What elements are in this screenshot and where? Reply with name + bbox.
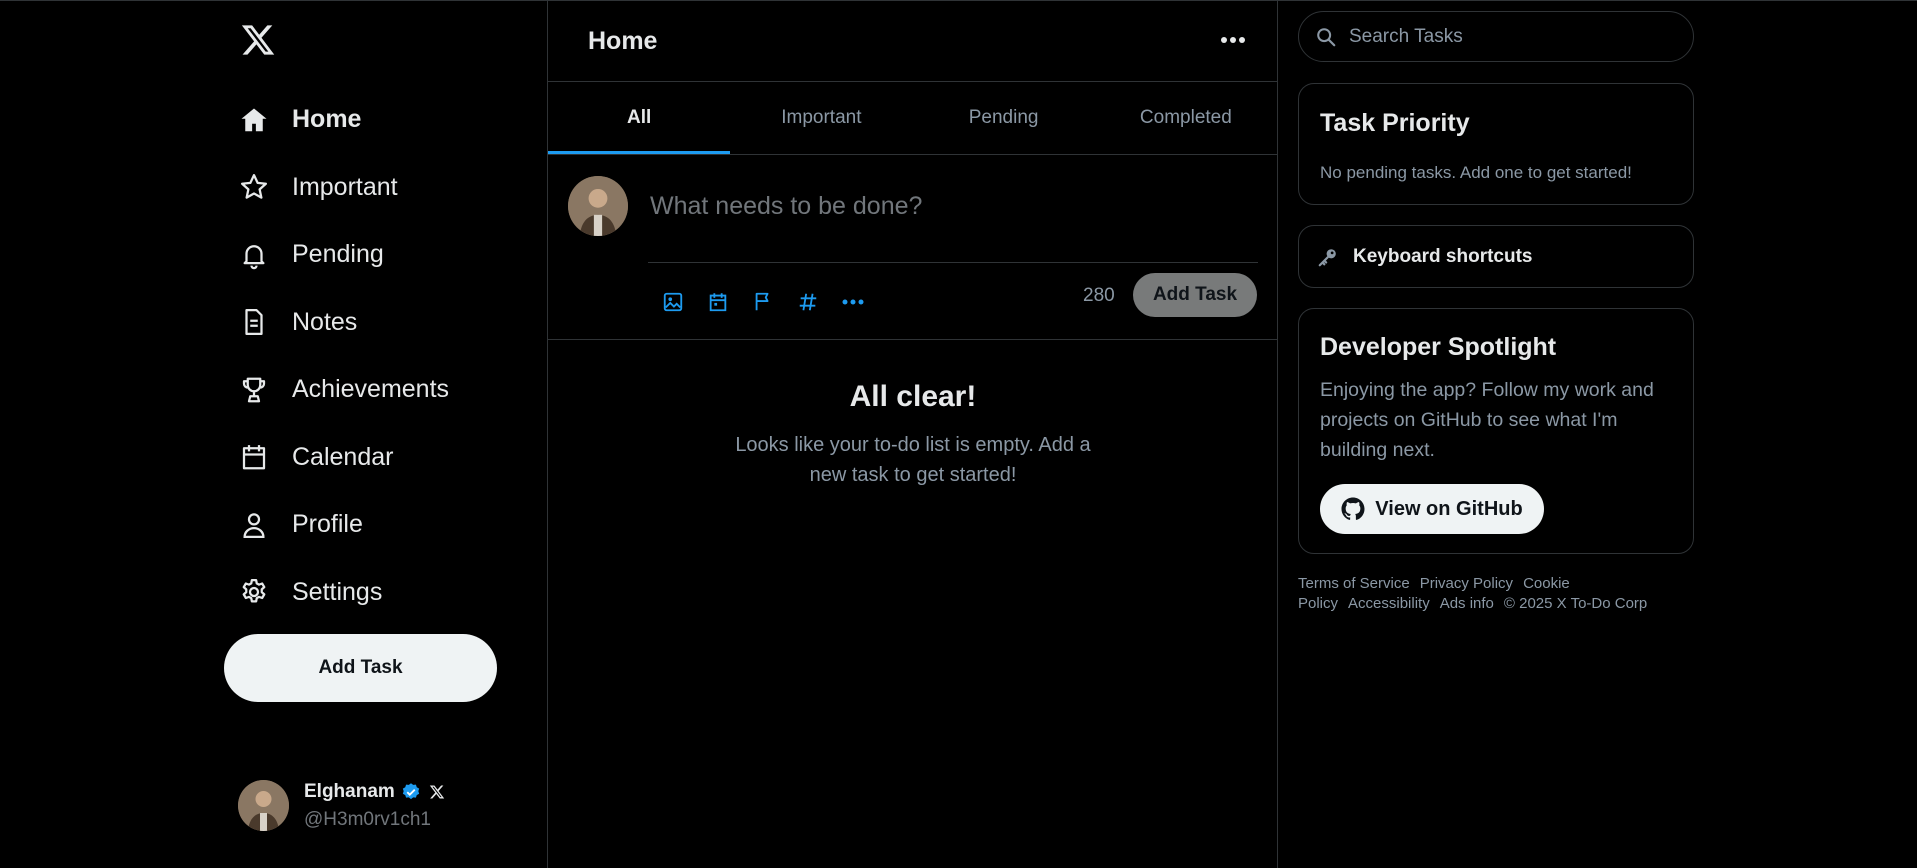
account-switcher[interactable]: Elghanam @H3m0rv1ch1	[238, 780, 445, 831]
accessibility-link[interactable]: Accessibility	[1348, 595, 1430, 612]
home-icon	[236, 102, 272, 138]
bell-icon	[236, 237, 272, 273]
flag-icon[interactable]	[740, 282, 785, 322]
add-task-submit-button[interactable]: Add Task	[1133, 273, 1257, 317]
search-input[interactable]	[1347, 24, 1651, 49]
x-badge-icon	[429, 784, 445, 800]
sidebar-nav: Home Important Pending Notes Achievement…	[236, 86, 449, 626]
trophy-icon	[236, 372, 272, 408]
card-message: No pending tasks. Add one to get started…	[1320, 163, 1632, 182]
key-icon	[1317, 246, 1339, 268]
task-priority-card: Task Priority No pending tasks. Add one …	[1298, 83, 1694, 205]
sidebar-item-label: Pending	[292, 240, 384, 269]
sidebar-item-achievements[interactable]: Achievements	[236, 356, 449, 424]
card-text: Enjoying the app? Follow my work and pro…	[1320, 379, 1654, 461]
user-handle: @H3m0rv1ch1	[304, 808, 431, 830]
main-column: Home All Important Pending Completed Wha…	[548, 0, 1278, 868]
calendar-icon[interactable]	[695, 282, 740, 322]
sidebar-item-label: Profile	[292, 510, 363, 539]
verified-badge-icon	[401, 782, 421, 802]
terms-link[interactable]: Terms of Service	[1298, 575, 1410, 592]
add-task-button[interactable]: Add Task	[224, 634, 497, 702]
view-on-github-button[interactable]: View on GitHub	[1320, 484, 1544, 534]
card-title: Developer Spotlight	[1320, 333, 1557, 361]
tab-pending[interactable]: Pending	[913, 82, 1095, 154]
calendar-icon	[236, 439, 272, 475]
more-options-icon[interactable]	[1219, 28, 1247, 52]
card-title: Task Priority	[1320, 109, 1470, 137]
task-composer: 280 Add Task	[548, 155, 1277, 340]
avatar	[568, 176, 628, 236]
document-icon	[236, 304, 272, 340]
char-count: 280	[1083, 285, 1115, 306]
user-name: Elghanam	[304, 780, 395, 802]
sidebar-item-calendar[interactable]: Calendar	[236, 424, 449, 492]
tab-completed[interactable]: Completed	[1095, 82, 1277, 154]
search-box[interactable]	[1298, 11, 1694, 62]
star-icon	[236, 169, 272, 205]
sidebar-item-settings[interactable]: Settings	[236, 559, 449, 627]
tab-important[interactable]: Important	[730, 82, 912, 154]
filter-tabs: All Important Pending Completed	[548, 82, 1277, 155]
sidebar-item-important[interactable]: Important	[236, 154, 449, 222]
page-title: Home	[588, 27, 658, 55]
sidebar-item-label: Achievements	[292, 375, 450, 404]
x-logo-icon[interactable]	[240, 22, 276, 58]
left-sidebar: Home Important Pending Notes Achievement…	[0, 0, 548, 868]
shortcuts-label: Keyboard shortcuts	[1353, 245, 1533, 267]
gear-icon	[236, 574, 272, 610]
main-header: Home	[548, 0, 1277, 82]
sidebar-item-label: Notes	[292, 307, 358, 336]
github-button-label: View on GitHub	[1375, 497, 1523, 520]
person-icon	[236, 507, 272, 543]
empty-state-title: All clear!	[849, 380, 977, 413]
image-icon[interactable]	[650, 282, 695, 322]
sidebar-item-label: Home	[292, 105, 362, 134]
composer-toolbar	[650, 282, 875, 322]
sidebar-item-label: Important	[292, 172, 398, 201]
sidebar-item-profile[interactable]: Profile	[236, 491, 449, 559]
empty-state: All clear! Looks like your to-do list is…	[548, 380, 1278, 490]
sidebar-item-notes[interactable]: Notes	[236, 289, 449, 357]
github-icon	[1341, 497, 1365, 520]
sidebar-item-home[interactable]: Home	[236, 86, 449, 154]
footer-links: Terms of Service Privacy Policy Cookie Pol…	[1298, 574, 1688, 614]
tab-all[interactable]: All	[548, 82, 731, 154]
copyright: © 2025 X To-Do Corp	[1503, 595, 1648, 612]
keyboard-shortcuts-button[interactable]: Keyboard shortcuts	[1298, 225, 1694, 288]
ads-info-link[interactable]: Ads info	[1440, 595, 1494, 612]
empty-state-message: Looks like your to-do list is empty. Add…	[735, 434, 1091, 486]
privacy-link[interactable]: Privacy Policy	[1420, 575, 1513, 592]
task-input[interactable]	[648, 175, 1252, 237]
more-icon[interactable]	[830, 282, 875, 322]
hashtag-icon[interactable]	[785, 282, 830, 322]
avatar	[238, 780, 289, 831]
developer-spotlight-card: Developer Spotlight Enjoying the app? Fo…	[1298, 308, 1694, 554]
search-icon	[1315, 26, 1337, 48]
sidebar-item-label: Settings	[292, 577, 383, 606]
divider	[648, 262, 1258, 263]
sidebar-item-pending[interactable]: Pending	[236, 221, 449, 289]
sidebar-item-label: Calendar	[292, 442, 394, 471]
